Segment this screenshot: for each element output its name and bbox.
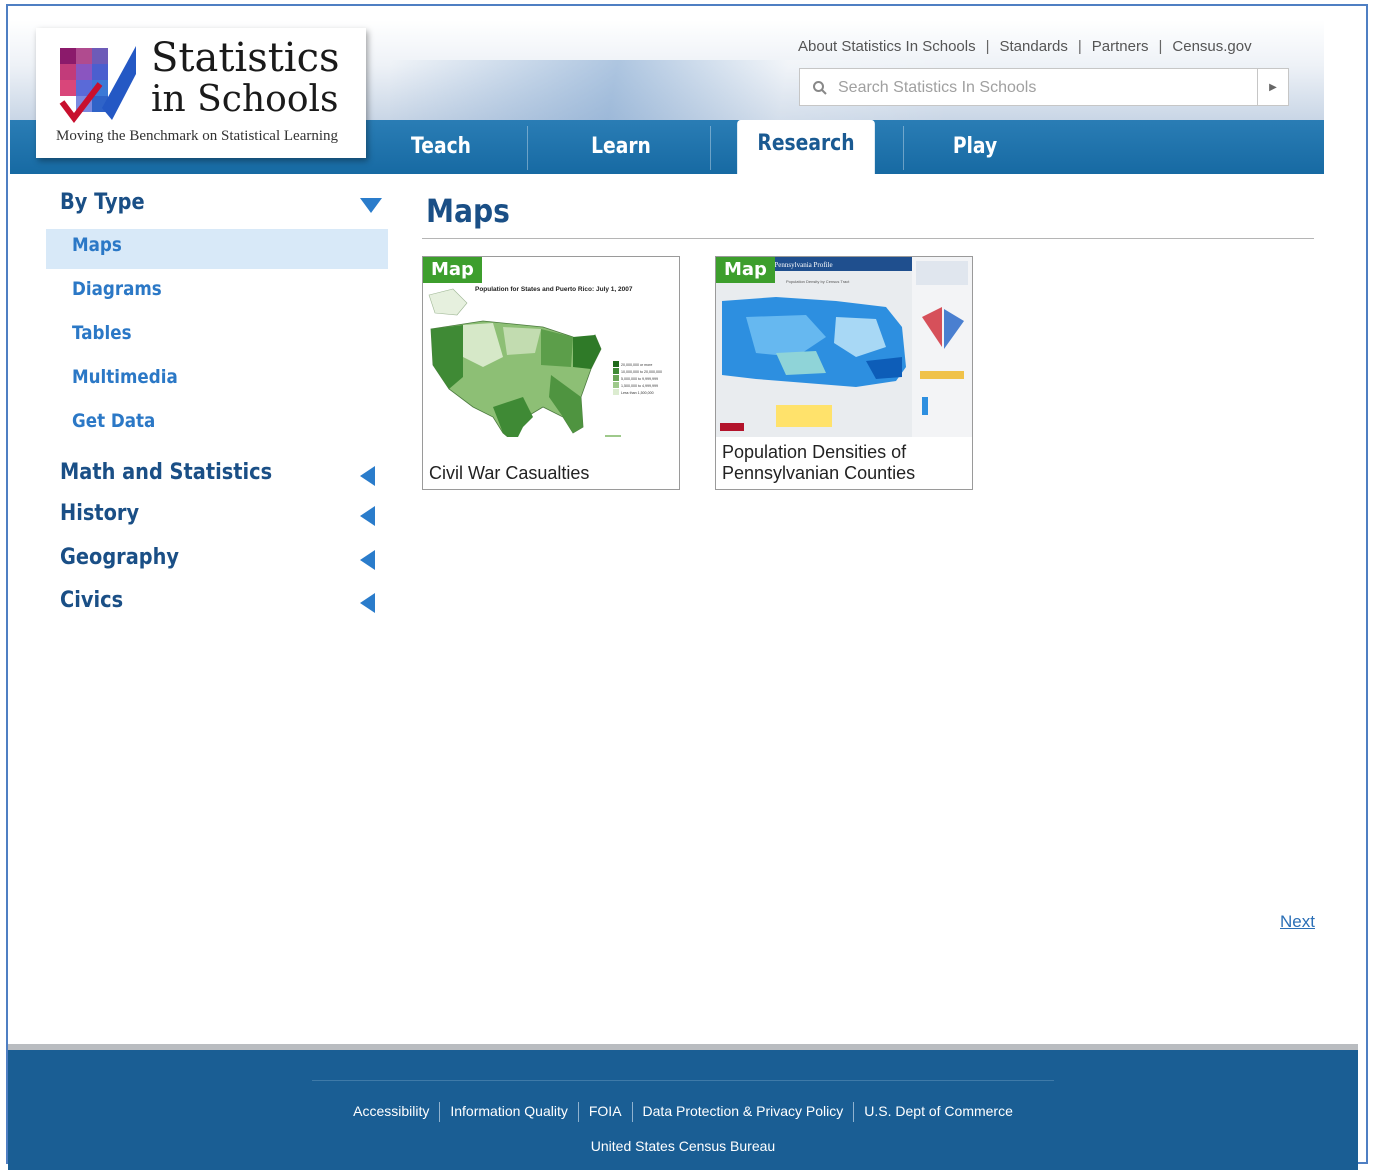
logo-tagline: Moving the Benchmark on Statistical Lear… xyxy=(56,128,339,144)
partners-link[interactable]: Partners xyxy=(1092,38,1149,55)
footer-link-accessibility[interactable]: Accessibility xyxy=(343,1103,439,1119)
page-title: Maps xyxy=(426,192,510,230)
tab-divider xyxy=(710,126,711,170)
title-divider xyxy=(422,238,1314,239)
footer-link-foia[interactable]: FOIA xyxy=(579,1103,632,1119)
by-type-heading[interactable]: By Type xyxy=(60,190,145,215)
section-math-and-statistics[interactable]: Math and Statistics xyxy=(60,460,272,485)
footer-divider xyxy=(312,1080,1054,1081)
tab-play[interactable]: Play xyxy=(920,120,1031,174)
us-population-map-image: Population for States and Puerto Rico: J… xyxy=(423,257,679,437)
utility-links: About Statistics In Schools | Standards … xyxy=(798,38,1252,55)
tab-research[interactable]: Research xyxy=(737,120,875,174)
tab-teach[interactable]: Teach xyxy=(386,120,497,174)
card-caption-line: Pennsylvanian Counties xyxy=(722,463,916,483)
section-history[interactable]: History xyxy=(60,501,139,526)
thumb-title: s: Pennsylvania Profile xyxy=(768,261,833,269)
footer-link-privacy[interactable]: Data Protection & Privacy Policy xyxy=(633,1103,854,1119)
collapse-left-icon[interactable] xyxy=(360,466,375,486)
map-thumbnail: s: Pennsylvania Profile Population Densi… xyxy=(716,257,972,437)
map-badge: Map xyxy=(423,257,482,283)
logo-subtitle: in Schools xyxy=(151,79,339,120)
standards-link[interactable]: Standards xyxy=(1000,38,1068,55)
link-separator: | xyxy=(985,38,990,55)
sidebar-item-multimedia[interactable]: Multimedia xyxy=(72,366,178,388)
page-frame xyxy=(6,4,1368,1164)
legend-item: 5,000,000 to 9,999,999 xyxy=(621,377,658,381)
footer-link-information-quality[interactable]: Information Quality xyxy=(440,1103,578,1119)
legend-item: 20,000,000 or more xyxy=(621,363,652,367)
pennsylvania-density-map-image: s: Pennsylvania Profile Population Densi… xyxy=(716,257,972,437)
link-separator: | xyxy=(1077,38,1082,55)
map-thumbnail: Population for States and Puerto Rico: J… xyxy=(423,257,679,437)
about-link[interactable]: About Statistics In Schools xyxy=(798,38,976,55)
expand-down-icon[interactable] xyxy=(360,198,382,213)
statistics-logo-icon xyxy=(56,44,136,124)
play-arrow-icon: ▶ xyxy=(1269,81,1277,93)
section-civics[interactable]: Civics xyxy=(60,588,123,613)
search-icon xyxy=(813,81,827,95)
footer-links: Accessibility Information Quality FOIA Data… xyxy=(8,1102,1358,1122)
logo-title: Statistics xyxy=(151,35,340,81)
section-geography[interactable]: Geography xyxy=(60,545,179,570)
search-submit-button[interactable]: ▶ xyxy=(1257,69,1288,105)
collapse-left-icon[interactable] xyxy=(360,593,375,613)
search-box: ▶ xyxy=(799,68,1289,106)
footer-link-commerce[interactable]: U.S. Dept of Commerce xyxy=(854,1103,1023,1119)
sidebar-item-diagrams[interactable]: Diagrams xyxy=(72,278,162,300)
tab-divider xyxy=(903,126,904,170)
map-card[interactable]: s: Pennsylvania Profile Population Densi… xyxy=(715,256,973,490)
thumb-subtitle: Population Density by Census Tract xyxy=(786,279,850,284)
tab-divider xyxy=(527,126,528,170)
collapse-left-icon[interactable] xyxy=(360,550,375,570)
collapse-left-icon[interactable] xyxy=(360,506,375,526)
next-page-link[interactable]: Next xyxy=(1280,912,1315,932)
card-caption: Civil War Casualties xyxy=(429,463,590,483)
site-logo[interactable]: Statistics in Schools Moving the Benchma… xyxy=(36,28,366,158)
legend-item: Less than 1,500,000 xyxy=(621,391,654,395)
map-badge: Map xyxy=(716,257,775,283)
card-caption-line: Population Densities of xyxy=(722,442,907,462)
sidebar-item-maps[interactable]: Maps xyxy=(72,234,122,256)
sidebar-item-tables[interactable]: Tables xyxy=(72,322,132,344)
link-separator: | xyxy=(1158,38,1163,55)
site-footer: Accessibility Information Quality FOIA Data… xyxy=(8,1044,1358,1170)
footer-org-name: United States Census Bureau xyxy=(590,1138,776,1154)
sidebar-item-get-data[interactable]: Get Data xyxy=(72,410,155,432)
tab-learn[interactable]: Learn xyxy=(566,120,677,174)
map-card[interactable]: Population for States and Puerto Rico: J… xyxy=(422,256,680,490)
census-gov-link[interactable]: Census.gov xyxy=(1172,38,1251,55)
legend-item: 1,500,000 to 4,999,999 xyxy=(621,384,658,388)
thumb-title: Population for States and Puerto Rico: J… xyxy=(475,286,633,293)
legend-item: 10,000,000 to 20,000,000 xyxy=(621,370,662,374)
search-input[interactable] xyxy=(836,75,1250,101)
